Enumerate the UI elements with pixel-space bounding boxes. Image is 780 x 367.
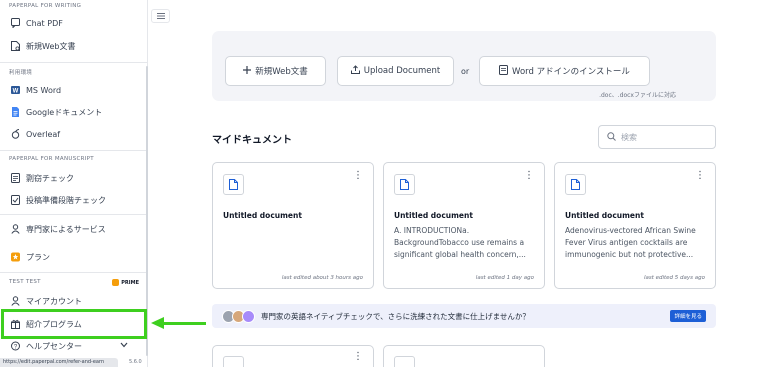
document-card[interactable]: ⋮ Untitled document last edited about 3 …	[212, 162, 374, 289]
prime-star-icon	[112, 279, 120, 286]
upload-icon	[350, 65, 360, 77]
sidebar-item-overleaf[interactable]: Overleaf	[6, 125, 142, 143]
create-actions-panel: 新規Web文書 Upload Document or Word アドインのインス…	[212, 31, 716, 101]
overleaf-icon	[11, 129, 20, 139]
plus-icon	[243, 65, 252, 77]
sidebar-item-expert-services[interactable]: 専門家によるサービス	[6, 220, 142, 238]
document-last-edited: last edited 5 days ago	[643, 275, 705, 281]
document-excerpt: A. INTRODUCTIONa. BackgroundTobacco use …	[394, 226, 526, 259]
new-document-icon	[11, 41, 20, 51]
supported-formats-note: .doc、.docxファイルに対応	[599, 92, 676, 99]
app-root: PAPERPAL FOR WRITING Chat PDF 新規Web文書 利用…	[0, 0, 780, 367]
expert-check-banner: 専門家の英語ネイティブチェックで、さらに洗練された文書に仕上げませんか？ 詳細を…	[212, 304, 716, 328]
checklist-icon	[11, 195, 20, 205]
google-docs-icon	[11, 107, 20, 117]
sidebar-item-plan[interactable]: プラン	[6, 248, 142, 266]
document-icon	[394, 356, 415, 367]
chat-pdf-icon	[11, 18, 20, 28]
document-check-icon	[11, 173, 20, 183]
banner-text: 専門家の英語ネイティブチェックで、さらに洗練された文書に仕上げませんか？	[261, 311, 530, 321]
sidebar-item-label: Overleaf	[26, 129, 61, 139]
upload-document-label: Upload Document	[363, 66, 441, 76]
or-separator: or	[461, 67, 470, 76]
chevron-down-icon[interactable]	[120, 342, 128, 350]
expert-user-icon	[11, 224, 20, 234]
document-search-input[interactable]: 検索	[598, 125, 716, 149]
sidebar-item-new-web-doc[interactable]: 新規Web文書	[6, 37, 142, 55]
section-header-manuscript: PAPERPAL FOR MANUSCRIPT	[9, 156, 94, 162]
more-options-icon[interactable]: ⋮	[695, 171, 705, 181]
new-web-doc-label: 新規Web文書	[255, 67, 308, 77]
sidebar-divider	[0, 62, 148, 63]
learn-more-button[interactable]: 詳細を見る	[670, 310, 706, 322]
star-icon	[11, 252, 20, 262]
sidebar-toggle-button[interactable]	[151, 9, 170, 23]
document-card[interactable]: ⋮	[212, 345, 374, 367]
user-name-header: TEST TEST	[9, 279, 41, 285]
sidebar-item-label: マイアカウント	[26, 296, 82, 306]
prime-label: PRIME	[121, 279, 139, 286]
version-label: 5.6.0	[129, 359, 142, 365]
section-header-writing: PAPERPAL FOR WRITING	[9, 3, 82, 9]
more-options-icon[interactable]: ⋮	[353, 352, 363, 362]
section-header-environment: 利用環境	[9, 70, 33, 76]
sidebar-item-label: ヘルプセンター	[26, 341, 82, 351]
svg-text:W: W	[13, 89, 19, 95]
document-card[interactable]	[383, 345, 545, 367]
document-card[interactable]: ⋮ Untitled document Adenovirus-vectored …	[554, 162, 716, 289]
sidebar-item-label: 新規Web文書	[26, 41, 76, 51]
word-addin-icon	[499, 64, 509, 78]
ms-word-icon: W	[11, 85, 20, 95]
sidebar-item-label: 専門家によるサービス	[26, 224, 106, 234]
document-title: Untitled document	[394, 211, 473, 220]
document-icon	[394, 174, 415, 195]
document-last-edited: last edited 1 day ago	[475, 275, 534, 281]
search-icon	[607, 131, 616, 143]
document-card[interactable]: ⋮ Untitled document A. INTRODUCTIONa. Ba…	[383, 162, 545, 289]
word-addin-label: Word アドインのインストール	[512, 67, 630, 77]
prime-badge: PRIME	[112, 279, 139, 286]
document-icon	[223, 174, 244, 195]
expert-avatars	[222, 309, 255, 323]
sidebar-item-label: Chat PDF	[26, 18, 63, 28]
sidebar-divider	[0, 272, 148, 273]
sidebar-item-label: MS Word	[26, 85, 62, 95]
new-web-doc-button[interactable]: 新規Web文書	[225, 56, 326, 86]
document-title: Untitled document	[223, 211, 302, 220]
document-last-edited: last edited about 3 hours ago	[281, 275, 363, 281]
document-title: Untitled document	[565, 211, 644, 220]
sidebar-divider	[0, 214, 148, 215]
sidebar-item-label: 投稿準備段階チェック	[26, 195, 106, 205]
word-addin-install-button[interactable]: Word アドインのインストール	[479, 56, 650, 86]
menu-icon	[156, 12, 165, 21]
sidebar-item-label: プラン	[26, 252, 50, 262]
annotation-arrow-icon	[151, 317, 164, 329]
document-icon	[565, 174, 586, 195]
my-documents-heading: マイドキュメント	[212, 135, 292, 146]
sidebar-item-ms-word[interactable]: W MS Word	[6, 81, 142, 99]
sidebar-item-submission-check[interactable]: 投稿準備段階チェック	[6, 191, 142, 209]
sidebar-item-chat-pdf[interactable]: Chat PDF	[6, 14, 142, 32]
upload-document-button[interactable]: Upload Document	[337, 56, 454, 86]
avatar	[242, 309, 255, 323]
sidebar: PAPERPAL FOR WRITING Chat PDF 新規Web文書 利用…	[0, 0, 148, 367]
help-circle-icon: ?	[11, 341, 20, 351]
annotation-arrow-shaft	[163, 322, 206, 325]
document-icon	[223, 356, 244, 367]
search-placeholder: 検索	[621, 132, 637, 142]
sidebar-item-label: Googleドキュメント	[26, 107, 103, 117]
sidebar-item-plagiarism-check[interactable]: 剽窃チェック	[6, 169, 142, 187]
more-options-icon[interactable]: ⋮	[353, 171, 363, 181]
sidebar-divider	[0, 150, 148, 151]
referral-highlight-box	[1, 309, 147, 339]
more-options-icon[interactable]: ⋮	[524, 171, 534, 181]
sidebar-item-google-docs[interactable]: Googleドキュメント	[6, 103, 142, 121]
document-excerpt: Adenovirus-vectored African Swine Fever …	[565, 226, 696, 259]
status-bar-url: https://edit.paperpal.com/refer-and-earn	[0, 358, 118, 367]
sidebar-item-label: 剽窃チェック	[26, 173, 74, 183]
sidebar-item-my-account[interactable]: マイアカウント	[6, 292, 142, 310]
user-icon	[11, 296, 20, 306]
